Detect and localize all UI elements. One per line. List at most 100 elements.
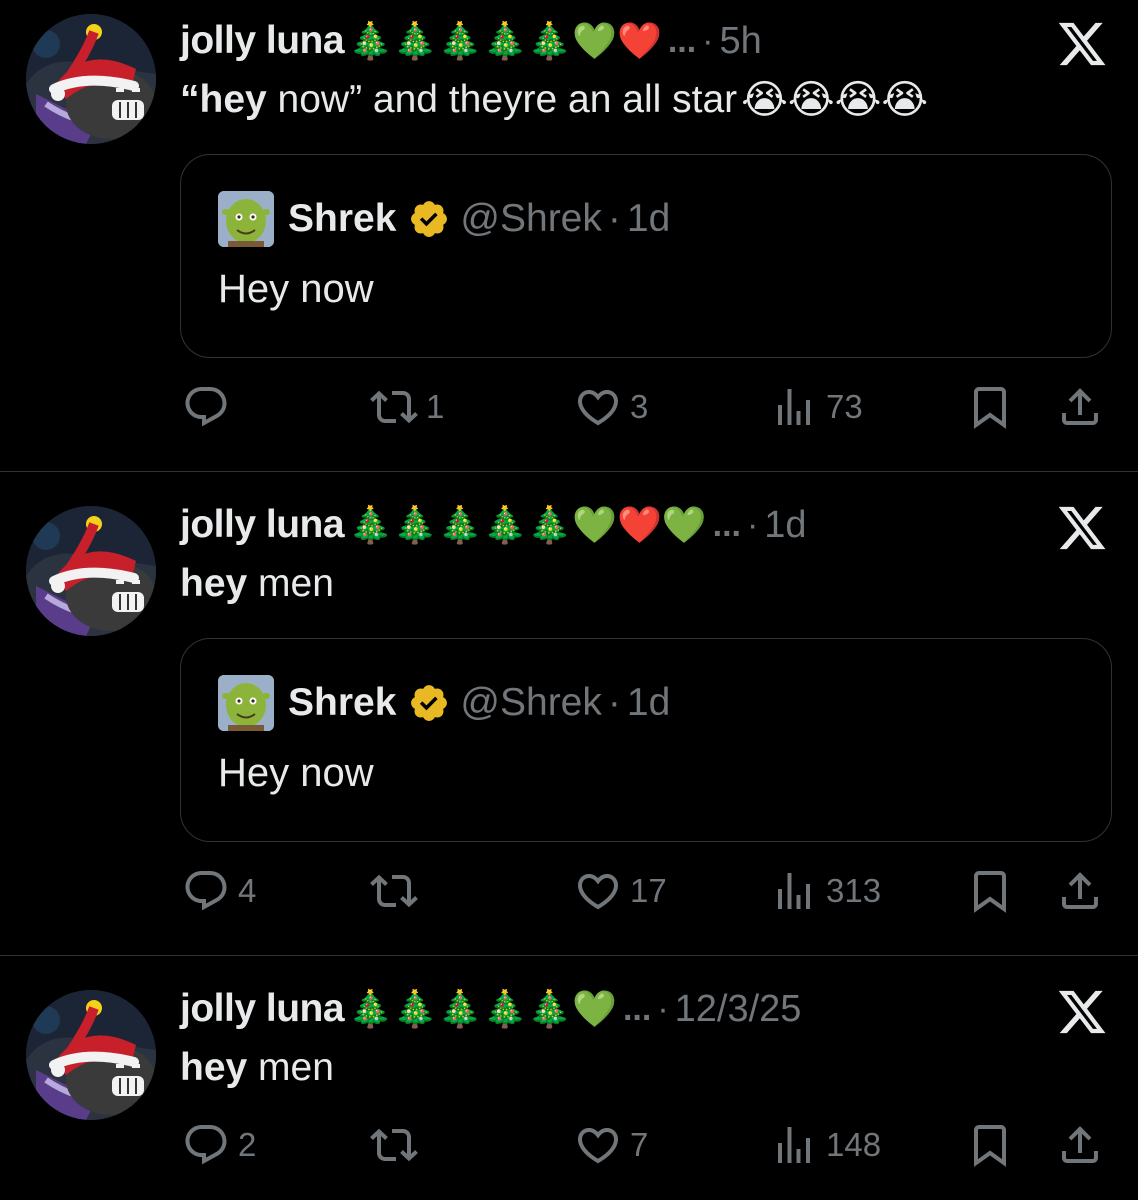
repost-count: 1 [426,388,445,425]
action-bar: 4 17 313 [180,866,1110,916]
post-header: jolly luna 🎄🎄🎄🎄🎄💚❤️💚 ... · 1d [180,500,1008,550]
post-header: jolly luna 🎄🎄🎄🎄🎄💚 ... · 12/3/25 [180,984,1008,1034]
verified-badge-icon [408,198,450,240]
like-button[interactable]: 3 [574,382,648,432]
repost-icon [370,383,418,431]
post-header: jolly luna 🎄🎄🎄🎄🎄💚❤️ ... · 5h [180,16,1008,66]
action-bar: 1 3 73 [180,382,1110,432]
quoted-avatar [218,191,274,247]
share-icon [1056,383,1104,431]
bookmark-icon [966,383,1014,431]
repost-button[interactable] [370,1120,426,1170]
separator-dot: · [607,681,621,724]
name-emojis: 🎄🎄🎄🎄🎄💚❤️ [348,21,662,62]
timestamp[interactable]: 5h [719,20,761,63]
separator-dot: · [607,197,621,240]
bookmark-icon [966,1121,1014,1169]
post-text: “hey now” and theyre an all star 😭😭😭😭 [180,72,1078,128]
share-icon [1056,867,1104,915]
quoted-text: Hey now [218,751,374,795]
post-text-bold: hey [180,1046,248,1089]
timestamp[interactable]: 12/3/25 [675,988,802,1031]
sob-emojis: 😭😭😭😭 [741,77,929,123]
quoted-handle: @Shrek [460,197,602,240]
x-logo-icon[interactable] [1056,18,1108,70]
share-button[interactable] [1056,382,1104,432]
reply-count: 2 [238,1126,257,1163]
share-button[interactable] [1056,1120,1104,1170]
post-text: hey men [180,1042,1078,1094]
views-count: 148 [826,1126,882,1163]
name-ellipsis: ... [622,989,652,1028]
bookmark-button[interactable] [966,382,1014,432]
views-icon [770,383,818,431]
like-icon [574,383,622,431]
quoted-author-name: Shrek [288,197,397,240]
views-icon [770,867,818,915]
timestamp[interactable]: 1d [764,504,806,547]
reply-icon [182,867,230,915]
bookmark-button[interactable] [966,1120,1014,1170]
repost-icon [370,867,418,915]
author-name[interactable]: jolly luna [180,987,345,1031]
reply-button[interactable]: 2 [182,1120,256,1170]
like-button[interactable]: 7 [574,1120,648,1170]
quoted-text: Hey now [218,267,374,311]
bookmark-icon [966,867,1014,915]
post-text-bold: “hey [180,78,267,121]
quoted-post[interactable]: Shrek @Shrek · 1d Hey now [180,638,1112,842]
name-emojis: 🎄🎄🎄🎄🎄💚❤️💚 [348,505,707,546]
separator-dot: · [702,21,714,60]
views-icon [770,1121,818,1169]
like-icon [574,867,622,915]
quoted-timestamp: 1d [626,681,671,724]
post-text-rest: men [247,1046,334,1089]
like-count: 3 [630,388,649,425]
like-icon [574,1121,622,1169]
repost-button[interactable] [370,866,426,916]
post-text-rest: men [247,562,334,605]
name-ellipsis: ... [667,21,697,60]
quoted-post[interactable]: Shrek @Shrek · 1d Hey now [180,154,1112,358]
reply-button[interactable] [182,382,238,432]
author-name[interactable]: jolly luna [180,503,345,547]
name-ellipsis: ... [712,505,741,544]
avatar[interactable] [26,14,156,144]
post[interactable]: jolly luna 🎄🎄🎄🎄🎄💚 ... · 12/3/25 hey men … [0,956,1138,1200]
bookmark-button[interactable] [966,866,1014,916]
separator-dot: · [657,989,669,1028]
reply-icon [182,1121,230,1169]
quoted-handle: @Shrek [460,681,602,724]
x-logo-icon[interactable] [1056,502,1108,554]
action-bar: 2 7 148 [180,1120,1110,1170]
views-button[interactable]: 73 [770,382,863,432]
views-count: 313 [826,872,882,909]
like-button[interactable]: 17 [574,866,667,916]
quoted-timestamp: 1d [626,197,671,240]
quoted-author-name: Shrek [288,681,397,724]
reply-count: 4 [238,872,257,909]
views-button[interactable]: 313 [770,866,881,916]
post-text: hey men [180,558,1078,610]
views-button[interactable]: 148 [770,1120,881,1170]
post-text-bold: hey [180,562,248,605]
post[interactable]: jolly luna 🎄🎄🎄🎄🎄💚❤️ ... · 5h “hey now” a… [0,0,1138,470]
reply-icon [182,383,230,431]
post-text-rest: now” and theyre an all star [266,78,738,121]
avatar[interactable] [26,506,156,636]
quoted-avatar [218,675,274,731]
share-button[interactable] [1056,866,1104,916]
author-name[interactable]: jolly luna [180,19,345,63]
repost-button[interactable]: 1 [370,382,444,432]
views-count: 73 [826,388,863,425]
like-count: 7 [630,1126,649,1163]
verified-badge-icon [408,682,450,724]
reply-button[interactable]: 4 [182,866,256,916]
share-icon [1056,1121,1104,1169]
name-emojis: 🎄🎄🎄🎄🎄💚 [348,989,617,1030]
x-logo-icon[interactable] [1056,986,1108,1038]
quoted-post-header: Shrek @Shrek · 1d [218,191,670,247]
quoted-post-header: Shrek @Shrek · 1d [218,675,670,731]
avatar[interactable] [26,990,156,1120]
post[interactable]: jolly luna 🎄🎄🎄🎄🎄💚❤️💚 ... · 1d hey men Sh… [0,472,1138,954]
